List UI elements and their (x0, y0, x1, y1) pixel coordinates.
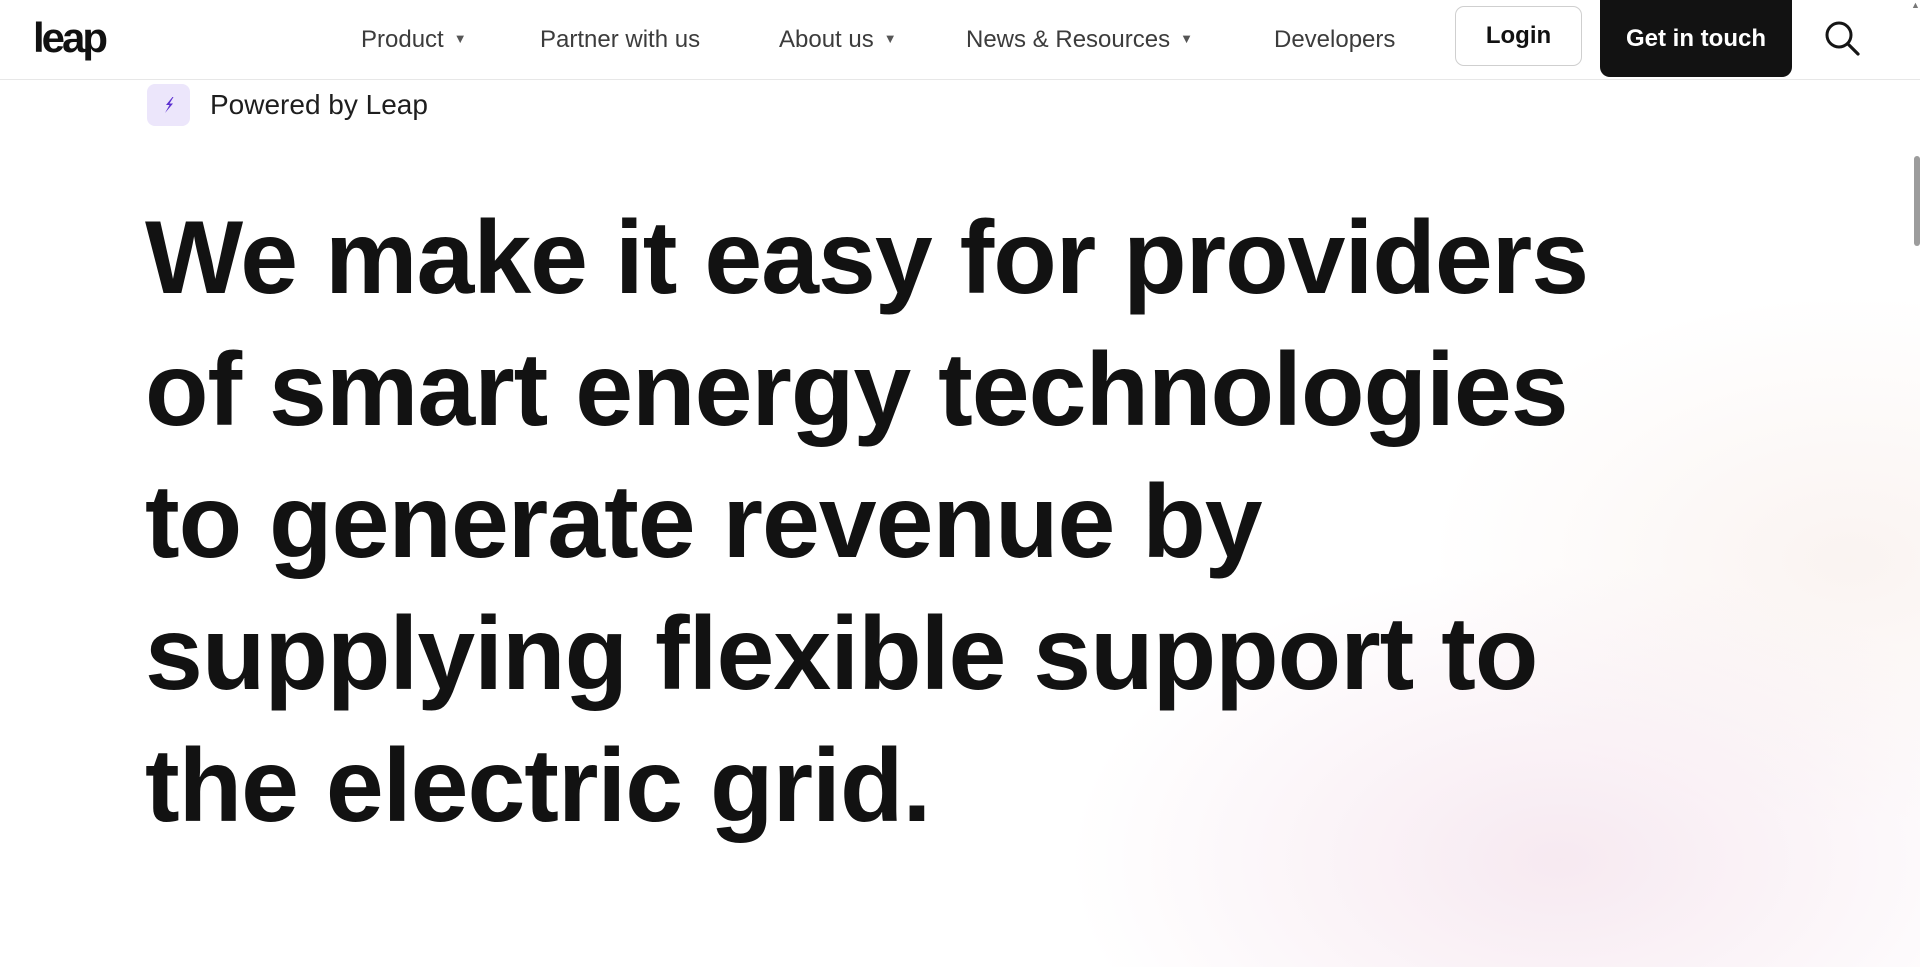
get-in-touch-button[interactable]: Get in touch (1600, 0, 1792, 77)
hero-line: of smart energy technologies (145, 332, 1569, 448)
search-button[interactable] (1822, 18, 1862, 58)
chevron-down-icon: ▼ (883, 30, 897, 46)
nav-item-partner-with-us[interactable]: Partner with us (540, 24, 700, 56)
chevron-down-icon: ▼ (1180, 30, 1193, 46)
page: leap Product ▼ Partner with us About us … (0, 0, 1920, 967)
nav-item-label: Product (361, 26, 444, 53)
nav-item-product[interactable]: Product ▼ (361, 24, 467, 56)
site-header: leap Product ▼ Partner with us About us … (0, 0, 1920, 80)
nav-item-label: News & Resources (966, 26, 1171, 53)
nav-item-about-us[interactable]: About us ▼ (779, 24, 897, 56)
powered-badge (147, 84, 190, 126)
scroll-up-arrow-icon[interactable]: ▲ (1911, 0, 1920, 10)
powered-by-text: Powered by Leap (210, 89, 428, 120)
hero-line: supplying flexible support to (145, 596, 1538, 712)
nav-item-developers[interactable]: Developers (1274, 24, 1395, 56)
nav-item-label: Developers (1274, 26, 1396, 53)
lightning-bolt-icon (164, 97, 173, 113)
hero-line: the electric grid. (145, 728, 931, 844)
hero-headline: We make it easy for providers of smart e… (145, 192, 1645, 852)
chevron-down-icon: ▼ (453, 30, 467, 46)
hero-line: to generate revenue by (145, 464, 1263, 580)
nav-item-news-resources[interactable]: News & Resources ▼ (966, 24, 1193, 56)
powered-by-leap: Powered by Leap (147, 84, 428, 126)
scrollbar-track[interactable] (1912, 0, 1920, 967)
leap-logo[interactable]: leap (33, 14, 108, 62)
search-icon (1825, 21, 1860, 56)
nav-item-label: About us (779, 26, 874, 53)
scrollbar-thumb[interactable] (1914, 156, 1920, 246)
login-button[interactable]: Login (1455, 6, 1582, 66)
hero-line: We make it easy for providers (145, 200, 1589, 316)
nav-item-label: Partner with us (540, 26, 701, 53)
